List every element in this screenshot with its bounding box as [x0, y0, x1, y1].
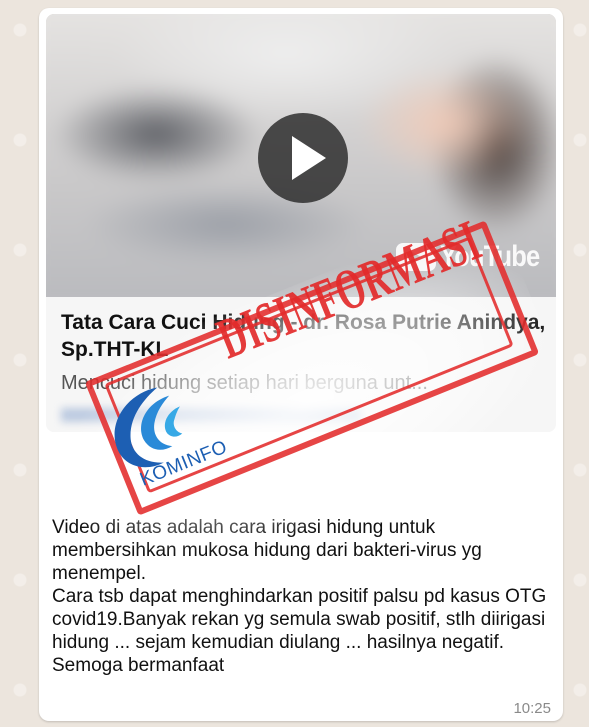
chat-background: YouTube Tata Cara Cuci Hidung - dr. Rosa… [0, 0, 589, 727]
preview-description: Mencuci hidung setiap hari berguna unt..… [61, 372, 428, 394]
message-text: Video di atas adalah cara irigasi hidung… [52, 517, 547, 676]
youtube-logo-text: YouTube [440, 240, 540, 273]
play-button[interactable] [258, 113, 348, 203]
youtube-logo: YouTube [396, 240, 556, 274]
video-thumbnail[interactable]: YouTube [46, 14, 556, 297]
message-timestamp: 10:25 [513, 700, 551, 717]
message-bubble[interactable]: YouTube Tata Cara Cuci Hidung - dr. Rosa… [39, 8, 563, 721]
preview-title: Tata Cara Cuci Hidung - dr. Rosa Putrie … [61, 311, 546, 361]
link-preview-card[interactable]: YouTube Tata Cara Cuci Hidung - dr. Rosa… [46, 14, 556, 432]
preview-url-blurred [61, 408, 361, 422]
preview-text-area[interactable]: Tata Cara Cuci Hidung - dr. Rosa Putrie … [46, 297, 556, 432]
play-icon [292, 136, 326, 180]
youtube-icon [396, 243, 436, 271]
